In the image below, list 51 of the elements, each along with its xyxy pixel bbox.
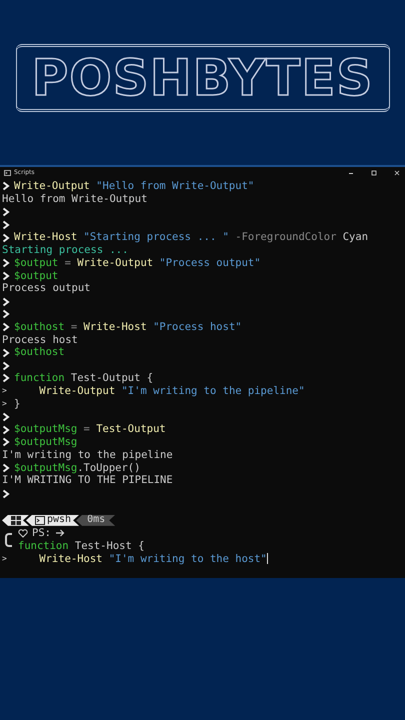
prompt-chevron-icon bbox=[2, 424, 10, 435]
heart-icon bbox=[18, 528, 28, 538]
prompt-chevron-icon bbox=[2, 309, 10, 320]
code-line: $outhost = Write-Host "Process host" bbox=[14, 320, 242, 334]
prompt-chevron-icon bbox=[2, 296, 10, 307]
prompt-chevron-icon bbox=[2, 220, 10, 230]
maximize-icon[interactable] bbox=[370, 168, 378, 176]
prompt-chevron-icon bbox=[2, 348, 10, 358]
code-line: $output = Write-Output "Process output" bbox=[14, 256, 261, 270]
prompt-label: PS: bbox=[32, 526, 51, 540]
code-line: Write-Output "I'm writing to the pipeline" bbox=[38, 384, 305, 398]
prompt-chevron-icon bbox=[2, 488, 10, 499]
code-line: Hello from Write-Output bbox=[2, 192, 148, 206]
code-line: I'm writing to the pipeline bbox=[2, 448, 173, 462]
code-line: Starting process ... bbox=[2, 244, 128, 257]
code-line: Write-Host "I'm writing to the host" bbox=[38, 552, 268, 566]
prompt-chevron-icon bbox=[2, 360, 10, 371]
prompt-chevron-icon bbox=[2, 232, 10, 243]
code-line: Write-Host "Starting process ... " -ForegroundColor Cyan bbox=[14, 231, 368, 244]
prompt-chevron-icon bbox=[2, 373, 10, 384]
prompt-chevron-icon bbox=[2, 206, 10, 217]
code-line: } bbox=[14, 398, 20, 410]
prompt-chevron-icon bbox=[2, 462, 10, 473]
prompt-chevron-icon bbox=[2, 258, 10, 268]
code-line: $outputMsg.ToUpper() bbox=[14, 462, 140, 474]
continuation-prompt: > bbox=[2, 384, 8, 397]
terminal-icon bbox=[4, 170, 11, 176]
arrow-icon bbox=[54, 529, 65, 538]
prompt-chevron-icon bbox=[2, 437, 10, 448]
code-line: $outputMsg = Test-Output bbox=[14, 423, 166, 436]
code-line: $outhost bbox=[14, 346, 65, 360]
code-line: $output bbox=[14, 270, 58, 282]
prompt-chevron-icon bbox=[2, 412, 10, 422]
code-line: $outputMsg bbox=[14, 436, 78, 449]
code-line: function Test-Host { bbox=[18, 540, 144, 553]
logo-text: POSHBYTES bbox=[32, 52, 374, 102]
windows-icon bbox=[11, 516, 21, 525]
continuation-prompt: > bbox=[2, 398, 8, 410]
continuation-prompt: > bbox=[2, 552, 8, 565]
prompt-chevron-icon bbox=[2, 181, 10, 192]
code-line: Process host bbox=[2, 334, 78, 346]
code-line: I'M WRITING TO THE PIPELINE bbox=[2, 474, 173, 488]
shell-segment: pwsh bbox=[26, 514, 80, 526]
terminal-icon bbox=[35, 516, 45, 525]
prompt-chevron-icon bbox=[2, 322, 10, 332]
code-line: Process output bbox=[2, 282, 91, 296]
close-icon[interactable] bbox=[393, 168, 401, 176]
prompt-chevron-icon bbox=[2, 270, 10, 281]
code-line: Write-Output "Hello from Write-Output" bbox=[14, 180, 254, 193]
code-line: function Test-Output { bbox=[14, 372, 154, 385]
duration-segment: 0ms bbox=[76, 514, 116, 526]
